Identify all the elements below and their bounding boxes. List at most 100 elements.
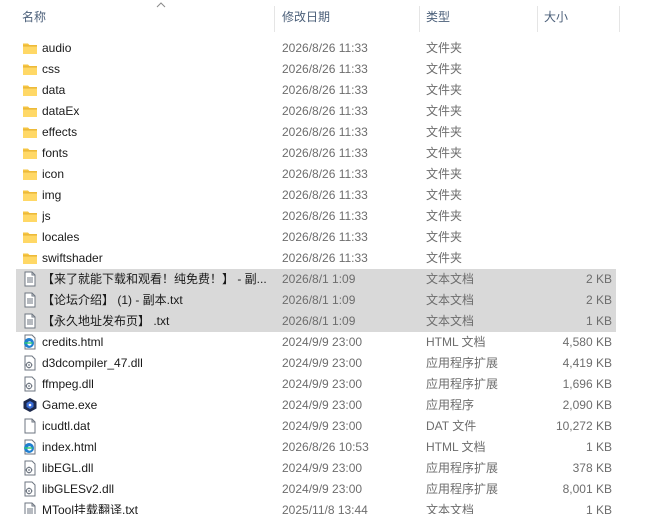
file-modified-date: 2024/9/9 23:00	[282, 482, 363, 496]
file-size: 10,272 KB	[555, 419, 612, 433]
file-name: libGLESv2.dll	[42, 482, 115, 496]
file-name: img	[42, 188, 62, 202]
file-name: swiftshader	[42, 251, 103, 265]
column-name-label: 名称	[22, 10, 47, 24]
file-modified-date: 2026/8/26 10:53	[282, 440, 369, 454]
file-row[interactable]: audio 2026/8/26 11:33 文件夹	[16, 38, 616, 59]
file-size	[536, 185, 612, 206]
file-row[interactable]: data 2026/8/26 11:33 文件夹	[16, 80, 616, 101]
column-type-label: 类型	[426, 10, 451, 24]
file-type: 文本文档	[426, 503, 475, 514]
file-modified-date: 2026/8/1 1:09	[282, 314, 356, 328]
file-row[interactable]: index.html 2026/8/26 10:53 HTML 文档 1 KB	[16, 437, 616, 458]
file-size	[536, 38, 612, 59]
file-type: 文件夹	[426, 230, 463, 244]
column-name[interactable]: 名称	[16, 0, 274, 34]
text-file-icon	[22, 292, 38, 308]
file-size	[536, 101, 612, 122]
file-modified-date: 2024/9/9 23:00	[282, 377, 363, 391]
file-explorer: 名称 修改日期 类型 大小 audio 2026/8/26 11:33 文件夹 css…	[0, 0, 672, 514]
file-name: d3dcompiler_47.dll	[42, 356, 143, 370]
file-row[interactable]: 【永久地址发布页】 .txt 2026/8/1 1:09 文本文档 1 KB	[16, 311, 616, 332]
folder-icon	[22, 103, 38, 119]
column-type[interactable]: 类型	[420, 0, 537, 34]
file-row[interactable]: effects 2026/8/26 11:33 文件夹	[16, 122, 616, 143]
file-modified-date: 2026/8/26 11:33	[282, 41, 368, 55]
file-modified-date: 2026/8/26 11:33	[282, 146, 368, 160]
file-modified-date: 2026/8/26 11:33	[282, 83, 368, 97]
file-name: Game.exe	[42, 398, 98, 412]
file-size: 4,580 KB	[562, 335, 612, 349]
file-size: 4,419 KB	[562, 356, 612, 370]
text-file-icon	[22, 313, 38, 329]
file-size: 1 KB	[585, 503, 612, 514]
file-type: 应用程序扩展	[426, 356, 499, 370]
file-size: 378 KB	[572, 461, 612, 475]
file-row[interactable]: fonts 2026/8/26 11:33 文件夹	[16, 143, 616, 164]
column-divider[interactable]	[619, 6, 620, 32]
file-type: 文本文档	[426, 314, 475, 328]
file-size	[536, 59, 612, 80]
file-row[interactable]: css 2026/8/26 11:33 文件夹	[16, 59, 616, 80]
file-name: index.html	[42, 440, 97, 454]
file-row[interactable]: dataEx 2026/8/26 11:33 文件夹	[16, 101, 616, 122]
column-size[interactable]: 大小	[538, 0, 620, 34]
file-row[interactable]: locales 2026/8/26 11:33 文件夹	[16, 227, 616, 248]
file-modified-date: 2026/8/26 11:33	[282, 230, 368, 244]
file-modified-date: 2024/9/9 23:00	[282, 398, 363, 412]
file-modified-date: 2026/8/26 11:33	[282, 167, 368, 181]
file-name: locales	[42, 230, 80, 244]
file-row[interactable]: 【来了就能下载和观看！纯免费！】 - 副... 2026/8/1 1:09 文本文档…	[16, 269, 616, 290]
file-type: 文件夹	[426, 146, 463, 160]
column-header: 名称 修改日期 类型 大小	[0, 0, 672, 34]
file-size: 1,696 KB	[562, 377, 612, 391]
file-modified-date: 2026/8/26 11:33	[282, 209, 368, 223]
file-name: ffmpeg.dll	[42, 377, 94, 391]
file-row[interactable]: MTool挂载翻译.txt 2025/11/8 13:44 文本文档 1 KB	[16, 500, 616, 514]
file-type: 应用程序扩展	[426, 461, 499, 475]
file-type: 文件夹	[426, 83, 463, 97]
file-row[interactable]: icon 2026/8/26 11:33 文件夹	[16, 164, 616, 185]
file-row[interactable]: d3dcompiler_47.dll 2024/9/9 23:00 应用程序扩展 4,…	[16, 353, 616, 374]
edge-html-icon	[22, 439, 38, 455]
file-type: 文件夹	[426, 41, 463, 55]
file-name: credits.html	[42, 335, 104, 349]
folder-icon	[22, 145, 38, 161]
file-type: 应用程序	[426, 398, 475, 412]
column-divider[interactable]	[274, 6, 275, 32]
file-size	[536, 227, 612, 248]
file-name: data	[42, 83, 66, 97]
file-row[interactable]: 【论坛介绍】 (1) - 副本.txt 2026/8/1 1:09 文本文档 2 KB	[16, 290, 616, 311]
file-row[interactable]: icudtl.dat 2024/9/9 23:00 DAT 文件 10,272 KB	[16, 416, 616, 437]
file-type: HTML 文档	[426, 440, 486, 454]
file-size: 1 KB	[585, 440, 612, 454]
column-modified[interactable]: 修改日期	[276, 0, 419, 34]
folder-icon	[22, 40, 38, 56]
folder-icon	[22, 166, 38, 182]
file-modified-date: 2024/9/9 23:00	[282, 461, 363, 475]
blank-file-icon	[22, 418, 38, 434]
file-row[interactable]: Game.exe 2024/9/9 23:00 应用程序 2,090 KB	[16, 395, 616, 416]
file-type: HTML 文档	[426, 335, 486, 349]
file-modified-date: 2026/8/1 1:09	[282, 293, 356, 307]
file-row[interactable]: js 2026/8/26 11:33 文件夹	[16, 206, 616, 227]
file-type: 文本文档	[426, 293, 475, 307]
dll-file-icon	[22, 481, 38, 497]
file-type: 应用程序扩展	[426, 482, 499, 496]
file-modified-date: 2025/11/8 13:44	[282, 503, 368, 514]
file-size	[536, 164, 612, 185]
file-name: MTool挂载翻译.txt	[42, 503, 139, 514]
folder-icon	[22, 187, 38, 203]
file-row[interactable]: libGLESv2.dll 2024/9/9 23:00 应用程序扩展 8,001 K…	[16, 479, 616, 500]
file-row[interactable]: ffmpeg.dll 2024/9/9 23:00 应用程序扩展 1,696 KB	[16, 374, 616, 395]
file-row[interactable]: swiftshader 2026/8/26 11:33 文件夹	[16, 248, 616, 269]
file-row[interactable]: libEGL.dll 2024/9/9 23:00 应用程序扩展 378 KB	[16, 458, 616, 479]
file-name: 【永久地址发布页】 .txt	[42, 314, 170, 328]
folder-icon	[22, 229, 38, 245]
file-row[interactable]: credits.html 2024/9/9 23:00 HTML 文档 4,580 K…	[16, 332, 616, 353]
file-name: 【来了就能下载和观看！纯免费！】 - 副...	[42, 272, 267, 286]
file-name: 【论坛介绍】 (1) - 副本.txt	[42, 293, 183, 307]
file-row[interactable]: img 2026/8/26 11:33 文件夹	[16, 185, 616, 206]
file-type: 文件夹	[426, 104, 463, 118]
file-size: 2 KB	[585, 272, 612, 286]
